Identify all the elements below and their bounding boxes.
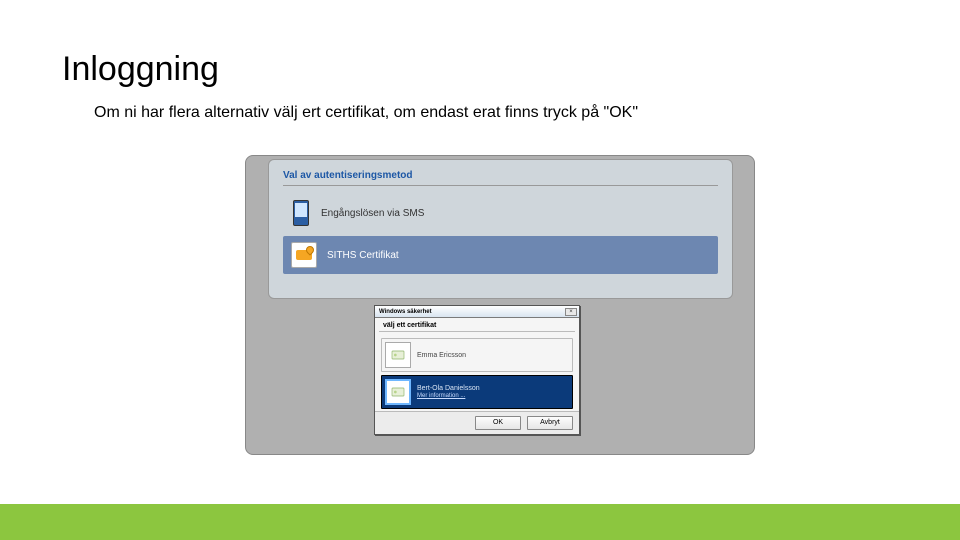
phone-icon xyxy=(291,198,311,228)
dialog-footer: OK Avbryt xyxy=(375,411,579,434)
auth-panel: Val av autentiseringsmetod Engångslösen … xyxy=(268,159,733,299)
certificate-name: Bert-Ola Danielsson xyxy=(417,385,480,392)
accent-bar xyxy=(0,504,960,540)
page-subheading: Om ni har flera alternativ välj ert cert… xyxy=(94,104,638,122)
auth-option-label: Engångslösen via SMS xyxy=(321,208,424,219)
auth-option-list: Engångslösen via SMS SITHS Certifikat xyxy=(283,194,718,274)
auth-option-sms[interactable]: Engångslösen via SMS xyxy=(283,194,718,232)
certificate-icon xyxy=(291,242,317,268)
certificate-avatar-icon xyxy=(385,379,411,405)
certificate-name: Emma Ericsson xyxy=(417,352,466,359)
dialog-separator xyxy=(379,331,575,332)
windows-security-dialog: Windows säkerhet × välj ett certifikat E… xyxy=(374,305,580,435)
dialog-subtitle: välj ett certifikat xyxy=(375,318,579,331)
certificate-item[interactable]: Emma Ericsson xyxy=(381,338,573,372)
auth-option-label: SITHS Certifikat xyxy=(327,250,399,261)
certificate-avatar-icon xyxy=(385,342,411,368)
page-title: Inloggning xyxy=(62,50,219,89)
dialog-title: Windows säkerhet xyxy=(379,309,432,315)
auth-panel-heading: Val av autentiseringsmetod xyxy=(283,170,718,186)
auth-option-siths[interactable]: SITHS Certifikat xyxy=(283,236,718,274)
dialog-titlebar: Windows säkerhet × xyxy=(375,306,579,318)
certificate-list: Emma Ericsson Bert-Ola Danielsson Mer in… xyxy=(375,336,579,411)
cancel-button[interactable]: Avbryt xyxy=(527,416,573,430)
close-button[interactable]: × xyxy=(565,308,577,316)
certificate-item-selected[interactable]: Bert-Ola Danielsson Mer information ... xyxy=(381,375,573,409)
more-information-link[interactable]: Mer information ... xyxy=(417,393,480,399)
ok-button[interactable]: OK xyxy=(475,416,521,430)
